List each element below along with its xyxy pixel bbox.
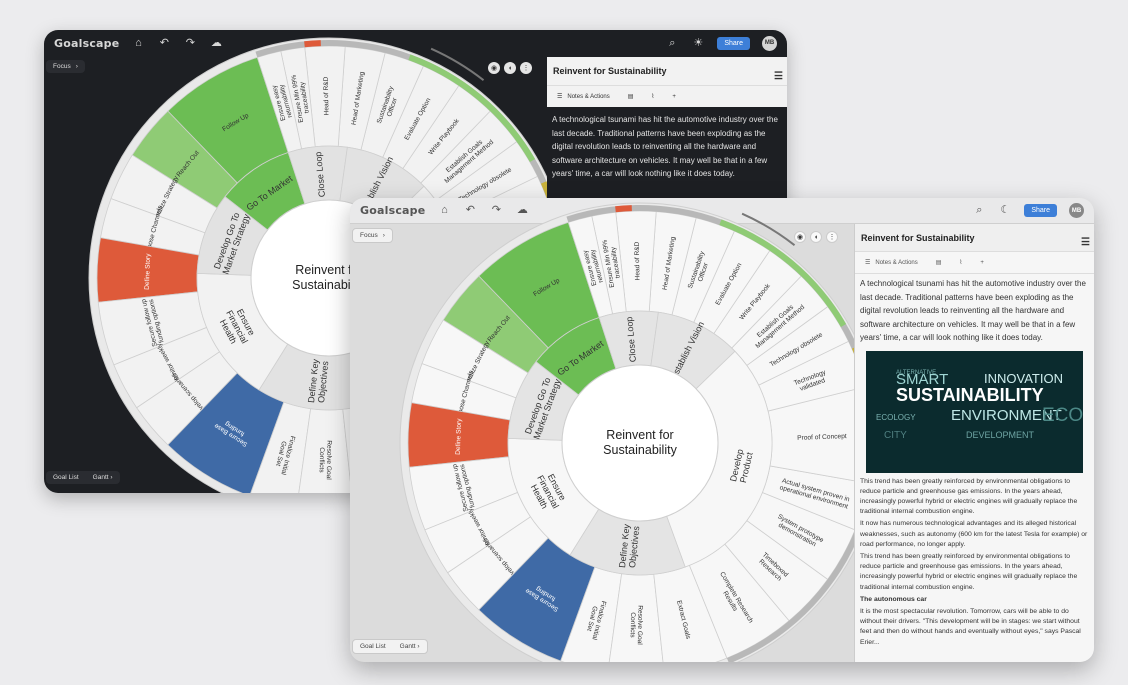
label-define-story: Define Story xyxy=(144,253,152,290)
notes-paragraph: It is the most spectacular revolution. T… xyxy=(860,607,1081,646)
tab-notes[interactable]: ☰ Notes & Actions xyxy=(865,259,918,267)
attachment-icon[interactable]: ⌇ xyxy=(651,93,654,100)
center-label: Reinvent for Sustainability xyxy=(603,428,677,457)
comments-icon[interactable]: ▤ xyxy=(628,93,634,100)
tab-notes[interactable]: ☰ Notes & Actions xyxy=(557,93,610,101)
light-window: Goalscape ⌂ ↶ ↷ ☁ ⌕ ☾ Share MB Focus › ◉ … xyxy=(350,198,1094,662)
panel-tabs: ☰ Notes & Actions ▤ ⌇ + xyxy=(547,85,787,107)
notes-paragraph: This trend has been greatly reinforced b… xyxy=(860,477,1078,516)
filter-icon[interactable]: ☰ xyxy=(774,71,783,82)
cloud-word: INNOVATION xyxy=(984,370,1063,386)
notes-icon: ☰ xyxy=(557,94,563,100)
cloud-word: CITY xyxy=(884,429,907,441)
cloud-word: SUSTAINABILITY xyxy=(896,384,1044,405)
notes-icon: ☰ xyxy=(865,260,871,266)
add-icon[interactable]: + xyxy=(672,94,676,100)
notes-heading: The autonomous car xyxy=(860,595,927,603)
goal-list-button[interactable]: Goal List xyxy=(360,643,386,650)
gantt-button[interactable]: Gantt › xyxy=(400,643,420,650)
filter-icon[interactable]: ☰ xyxy=(1081,237,1090,248)
notes-text: A technological tsunami has hit the auto… xyxy=(552,115,778,178)
goal-list-button[interactable]: Goal List xyxy=(53,474,79,481)
cloud-word: ECOLOGY xyxy=(876,412,916,422)
cloud-word: DEVELOPMENT xyxy=(966,429,1035,440)
gantt-button[interactable]: Gantt › xyxy=(93,474,113,481)
bottom-bar: Goal List Gantt › xyxy=(46,471,120,484)
panel-tabs: ☰ Notes & Actions ▤ ⌇ + xyxy=(855,252,1094,274)
notes-body: A technological tsunami has hit the auto… xyxy=(855,274,1094,654)
label-head-of-rd: Head of R&D xyxy=(634,241,642,280)
panel-title: Reinvent for Sustainability ☰ xyxy=(855,224,1094,252)
label-head-of-rd: Head of R&D xyxy=(323,76,331,115)
cloud-word: ECO xyxy=(1042,404,1083,426)
progress-ring-red xyxy=(615,205,632,213)
notes-intro: A technological tsunami has hit the auto… xyxy=(860,279,1086,342)
bottom-bar: Goal List Gantt › xyxy=(352,639,428,654)
cloud-word: SMART xyxy=(896,370,949,388)
panel-title: Reinvent for Sustainability ☰ xyxy=(547,57,787,85)
notes-panel: Reinvent for Sustainability ☰ ☰ Notes & A… xyxy=(854,224,1094,662)
notes-paragraph: This trend has been greatly reinforced b… xyxy=(860,552,1078,591)
comments-icon[interactable]: ▤ xyxy=(936,259,942,266)
notes-paragraph: It now has numerous technological advant… xyxy=(860,520,1088,548)
label-define-story: Define Story xyxy=(455,418,463,455)
progress-ring-red xyxy=(304,40,321,48)
add-icon[interactable]: + xyxy=(980,260,984,266)
sustainability-wordcloud-image: ALTERNATIVE SMART INNOVATION SUSTAINABIL… xyxy=(866,350,1083,473)
attachment-icon[interactable]: ⌇ xyxy=(959,259,962,266)
